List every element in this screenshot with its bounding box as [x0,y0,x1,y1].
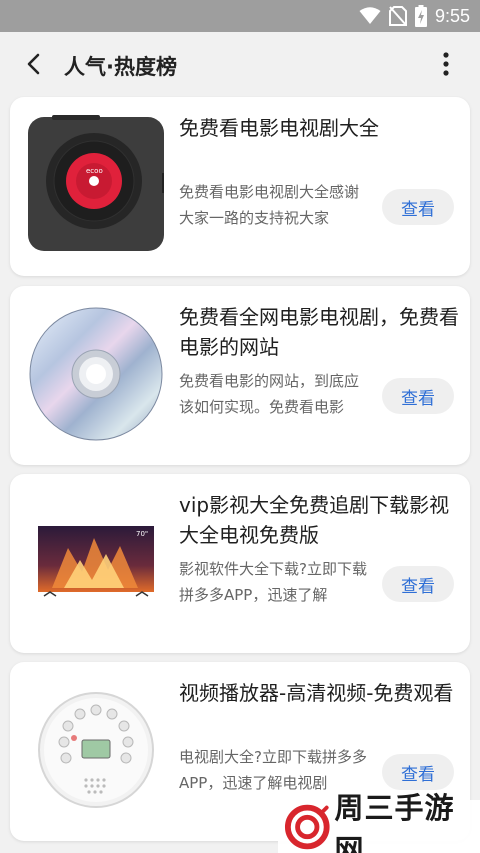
card-description: 影视软件大全下载?立即下载拼多多APP，迅速了解 [179,560,367,604]
view-button[interactable]: 查看 [382,566,454,602]
more-vert-icon [443,52,449,76]
card-description: 免费看电影的网站，到底应该如何实现。免费看电影 [179,372,360,416]
cd-disc-image [28,304,164,444]
svg-text:ecoo: ecoo [86,167,103,175]
card-title: 视频播放器-高清视频-免费观看 [179,681,454,705]
watermark-text: 周三手游网 [334,790,455,853]
ranking-list[interactable]: ecoo 免费看电影电视剧大全 免费看电影电视剧大全感谢大家一路的支持祝大家 查… [0,96,480,853]
card-title: vip影视大全免费追剧下载影视大全电视免费版 [179,493,450,547]
card-title: 免费看全网电影电视剧，免费看电影的网站 [179,305,459,359]
card-title: 免费看电影电视剧大全 [179,116,379,140]
card-description: 免费看电影电视剧大全感谢大家一路的支持祝大家 [179,183,360,227]
battery-charging-icon [414,5,427,27]
view-button[interactable]: 查看 [382,189,454,225]
wifi-icon [359,7,381,24]
list-card[interactable]: ecoo 免费看电影电视剧大全 免费看电影电视剧大全感谢大家一路的支持祝大家 查… [10,97,470,276]
view-button[interactable]: 查看 [382,378,454,414]
app-bar: 人气·热度榜 [0,32,480,96]
page-title: 人气·热度榜 [64,55,177,79]
site-watermark: 周三手游网 [278,791,480,853]
television-image: 70" [28,492,164,632]
svg-text:70": 70" [136,530,148,538]
watermark-logo-icon [284,804,330,849]
list-card[interactable]: 70" vip影视大全免费追剧下载影视大全电视免费版 影视软件大全下载?立即下载… [10,474,470,653]
list-card[interactable]: 免费看全网电影电视剧，免费看电影的网站 免费看电影的网站，到底应该如何实现。免费… [10,286,470,465]
no-sim-icon [388,6,407,26]
status-bar: 9:55 [0,0,480,32]
back-button[interactable] [14,44,54,84]
cd-player-image: ecoo [28,115,164,255]
more-options-button[interactable] [426,44,466,84]
status-icons: 9:55 [359,4,470,28]
arrow-back-icon [27,53,40,75]
status-time: 9:55 [434,5,470,26]
portable-cd-player-image [28,680,164,820]
